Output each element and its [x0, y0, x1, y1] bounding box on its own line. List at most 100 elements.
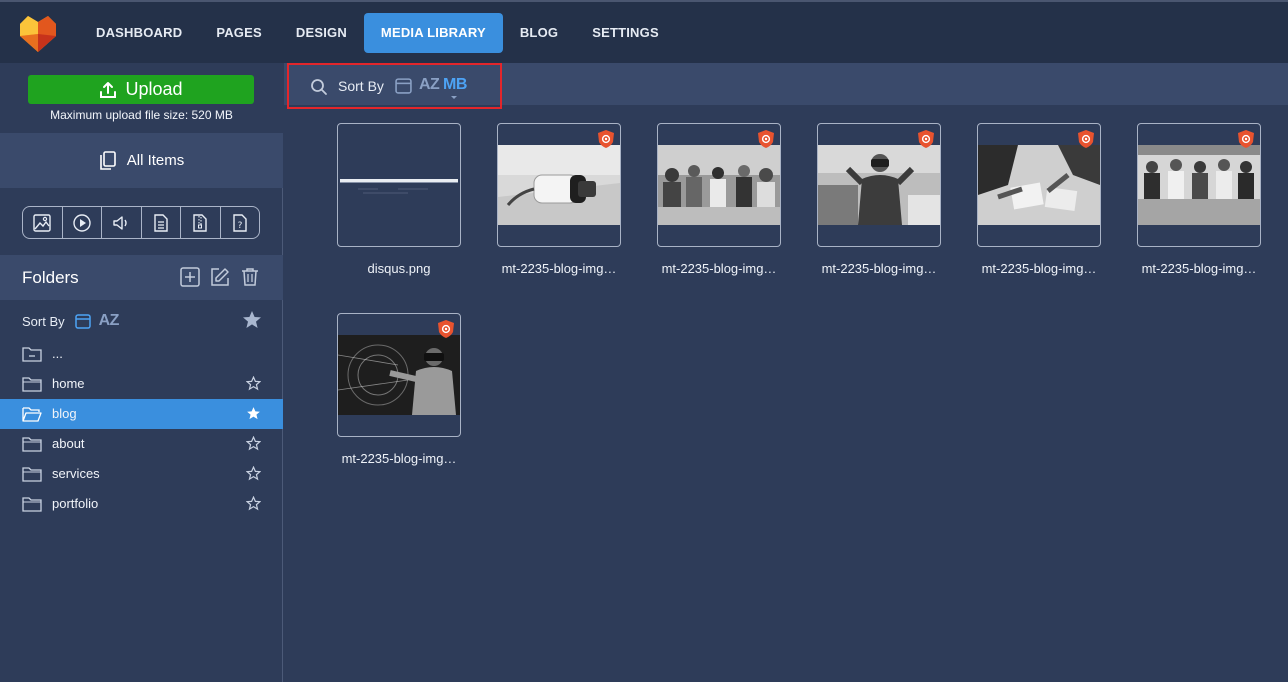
upload-size-note: Maximum upload file size: 520 MB: [50, 108, 233, 122]
nav-design[interactable]: DESIGN: [279, 13, 364, 53]
document-icon: [154, 213, 168, 232]
app-logo-icon[interactable]: [18, 14, 58, 54]
folder-item-home[interactable]: home: [0, 369, 283, 399]
star-filled-icon[interactable]: [246, 406, 261, 421]
highlighted-sort-controls: Sort By AZ MB: [287, 63, 502, 109]
folder-item-services[interactable]: services: [0, 459, 283, 489]
filter-videos[interactable]: [63, 207, 102, 238]
video-icon: [73, 213, 91, 232]
folder-list: ... home blog about services portfolio: [0, 339, 283, 519]
audio-icon: [113, 215, 127, 230]
screenshot-thumbnail-image: [338, 145, 460, 225]
media-thumbnail: [337, 123, 461, 247]
folders-header: Folders: [0, 255, 283, 300]
star-outline-icon[interactable]: [246, 466, 261, 481]
media-sort-label: Sort By: [338, 78, 384, 94]
folder-icon: [22, 497, 42, 512]
folder-item-label: services: [52, 466, 100, 481]
folder-item-label: about: [52, 436, 85, 451]
svg-text:?: ?: [237, 221, 242, 231]
media-filename: disqus.png: [367, 261, 431, 276]
main-nav: DASHBOARD PAGES DESIGN MEDIA LIBRARY BLO…: [79, 13, 676, 53]
sort-by-date-icon[interactable]: [395, 77, 412, 94]
star-outline-icon[interactable]: [246, 376, 261, 391]
folder-item-portfolio[interactable]: portfolio: [0, 489, 283, 519]
folder-item-blog[interactable]: blog: [0, 399, 283, 429]
unknown-file-icon: ?: [233, 213, 247, 232]
nav-blog[interactable]: BLOG: [503, 13, 575, 53]
group-seated-photo: [1138, 145, 1260, 225]
media-filename: mt-2235-blog-img…: [821, 261, 937, 276]
folder-item-parent[interactable]: ...: [0, 339, 283, 369]
filter-documents[interactable]: [142, 207, 181, 238]
search-icon[interactable]: [310, 78, 328, 96]
media-thumbnail: [1137, 123, 1261, 247]
folders-title: Folders: [22, 268, 79, 287]
folder-open-icon: [22, 407, 42, 422]
calendar-icon[interactable]: [74, 313, 91, 329]
upload-button[interactable]: Upload: [28, 75, 254, 104]
filter-other[interactable]: ?: [221, 207, 260, 238]
shield-gear-badge-icon: [598, 130, 614, 148]
team-meeting-photo: [658, 145, 780, 225]
folder-sort-label: Sort By: [22, 313, 65, 329]
nav-settings[interactable]: SETTINGS: [575, 13, 676, 53]
media-toolbar: Sort By AZ MB: [284, 63, 1288, 109]
nav-pages[interactable]: PAGES: [199, 13, 279, 53]
file-type-filter: ?: [22, 206, 260, 239]
archive-icon: [193, 213, 207, 232]
media-thumbnail: [657, 123, 781, 247]
folder-up-icon: [22, 347, 42, 362]
delete-folder-button[interactable]: [239, 266, 261, 288]
media-filename: mt-2235-blog-img…: [981, 261, 1097, 276]
media-filename: mt-2235-blog-img…: [661, 261, 777, 276]
nav-dashboard[interactable]: DASHBOARD: [79, 13, 199, 53]
folder-tools: [179, 266, 261, 288]
star-outline-icon[interactable]: [246, 496, 261, 511]
media-thumbnail: [337, 313, 461, 437]
all-items-label: All Items: [126, 152, 185, 169]
edit-icon: [211, 268, 229, 286]
media-thumbnail: [817, 123, 941, 247]
vr-man-photo: [818, 145, 940, 225]
shield-gear-badge-icon: [438, 320, 454, 338]
folder-item-about[interactable]: about: [0, 429, 283, 459]
rename-folder-button[interactable]: [209, 266, 231, 288]
all-items-button[interactable]: All Items: [0, 133, 283, 188]
media-filename: mt-2235-blog-img…: [1141, 261, 1257, 276]
folder-sort-az[interactable]: AZ: [99, 312, 120, 330]
sort-by-size-button[interactable]: MB: [443, 76, 467, 94]
top-navigation-bar: DASHBOARD PAGES DESIGN MEDIA LIBRARY BLO…: [0, 0, 1288, 63]
filter-images[interactable]: [23, 207, 63, 238]
folder-item-label: portfolio: [52, 496, 99, 511]
add-folder-button[interactable]: [179, 266, 201, 288]
folder-item-label: blog: [52, 406, 77, 421]
nav-media-library[interactable]: MEDIA LIBRARY: [363, 13, 503, 53]
folder-icon: [22, 467, 42, 482]
media-thumbnail: [497, 123, 621, 247]
shield-gear-badge-icon: [758, 130, 774, 148]
upload-icon: [100, 81, 117, 98]
upload-button-label: Upload: [125, 79, 183, 99]
folder-sort-row: Sort By AZ: [22, 310, 262, 332]
plus-square-icon: [180, 267, 200, 287]
starred-filter-icon[interactable]: [242, 310, 262, 330]
trash-icon: [242, 268, 258, 286]
filter-archives[interactable]: [181, 207, 221, 238]
vr-hologram-photo: [338, 335, 460, 415]
sort-by-name-button[interactable]: AZ: [419, 76, 440, 94]
media-filename: mt-2235-blog-img…: [341, 451, 457, 466]
star-outline-icon[interactable]: [246, 436, 261, 451]
folder-item-label: ...: [52, 346, 63, 361]
shield-gear-badge-icon: [1078, 130, 1094, 148]
media-filename: mt-2235-blog-img…: [501, 261, 617, 276]
sort-direction-caret-icon: [451, 96, 457, 99]
filter-audio[interactable]: [102, 207, 142, 238]
image-icon: [33, 213, 51, 232]
sidebar: Upload Maximum upload file size: 520 MB …: [0, 63, 283, 682]
desk-papers-photo: [978, 145, 1100, 225]
folder-icon: [22, 377, 42, 392]
folder-icon: [22, 437, 42, 452]
media-thumbnail: [977, 123, 1101, 247]
shield-gear-badge-icon: [918, 130, 934, 148]
